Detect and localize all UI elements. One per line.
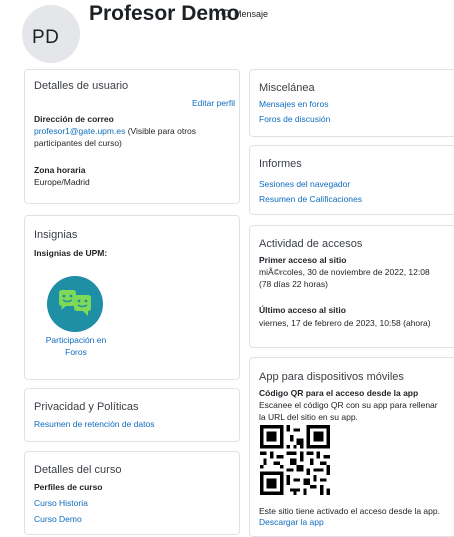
- first-access-label: Primer acceso al sitio: [259, 255, 347, 265]
- misc-card: Miscelánea Mensajes en foros Foros de di…: [249, 69, 454, 137]
- browser-sessions-link[interactable]: Sesiones del navegador: [259, 179, 350, 189]
- qr-code-image: [260, 425, 330, 495]
- message-button[interactable]: Mensaje: [221, 9, 268, 19]
- badge-image[interactable]: [47, 276, 103, 332]
- timezone-label: Zona horaria: [34, 165, 86, 175]
- email-link[interactable]: profesor1@gate.upm.es: [34, 126, 125, 136]
- badge-label-line2: Foros: [65, 347, 87, 357]
- badge-link[interactable]: Participación en Foros: [38, 334, 114, 358]
- last-access-value: viernes, 17 de febrero de 2023, 10:58 (a…: [259, 318, 431, 328]
- qr-code-label: Código QR para el acceso desde la app: [259, 388, 419, 398]
- forum-posts-link[interactable]: Mensajes en foros: [259, 99, 328, 109]
- badge-faces-icon: [59, 290, 91, 316]
- course-details-card: Detalles del curso Perfiles de curso Cur…: [24, 451, 240, 535]
- badges-card: Insignias Insignias de UPM: Participació…: [24, 215, 240, 380]
- user-details-card: Detalles de usuario Editar perfil Direcc…: [24, 69, 240, 204]
- course-profiles-label: Perfiles de curso: [34, 482, 103, 492]
- misc-title: Miscelánea: [259, 82, 315, 94]
- forum-discussions-link[interactable]: Foros de discusión: [259, 114, 330, 124]
- timezone-value: Europe/Madrid: [34, 177, 90, 187]
- qr-instructions-line1: Escanee el código QR con su app para rel…: [259, 400, 438, 410]
- data-retention-link[interactable]: Resumen de retención de datos: [34, 419, 155, 429]
- privacy-title: Privacidad y Políticas: [34, 401, 139, 413]
- course-link-historia[interactable]: Curso Historia: [34, 498, 88, 508]
- badges-subtitle: Insignias de UPM:: [34, 248, 108, 258]
- reports-card: Informes Sesiones del navegador Resumen …: [249, 145, 454, 215]
- mobile-app-card: App para dispositivos móviles Código QR …: [249, 357, 454, 537]
- badge-label-line1: Participación en: [45, 335, 107, 345]
- email-block: profesor1@gate.upm.es (Visible para otro…: [34, 125, 239, 149]
- user-details-title: Detalles de usuario: [34, 80, 129, 92]
- first-access-date: miÃ©rcoles, 30 de noviembre de 2022, 12:…: [259, 267, 430, 277]
- profile-name: Profesor Demo: [89, 2, 240, 25]
- email-note: (Visible para otros: [125, 126, 197, 136]
- message-label: Mensaje: [234, 9, 269, 19]
- email-note-2: participantes del curso): [34, 138, 122, 148]
- course-link-demo[interactable]: Curso Demo: [34, 514, 82, 524]
- edit-profile-link[interactable]: Editar perfil: [192, 98, 235, 108]
- download-app-link[interactable]: Descargar la app: [259, 517, 324, 527]
- qr-instructions: Escanee el código QR con su app para rel…: [259, 399, 454, 423]
- privacy-card: Privacidad y Políticas Resumen de retenc…: [24, 388, 240, 442]
- access-activity-card: Actividad de accesos Primer acceso al si…: [249, 225, 454, 348]
- reports-title: Informes: [259, 158, 302, 170]
- chat-bubble-icon: [221, 9, 231, 19]
- badges-title: Insignias: [34, 229, 78, 241]
- access-activity-title: Actividad de accesos: [259, 238, 363, 250]
- first-access-value: miÃ©rcoles, 30 de noviembre de 2022, 12:…: [259, 266, 454, 290]
- app-enabled-text: Este sitio tiene activado el acceso desd…: [259, 506, 440, 516]
- email-label: Dirección de correo: [34, 114, 114, 124]
- first-access-elapsed: (78 días 22 horas): [259, 279, 328, 289]
- qr-instructions-line2: la URL del sitio en su app.: [259, 412, 358, 422]
- mobile-app-title: App para dispositivos móviles: [259, 371, 404, 383]
- course-details-title: Detalles del curso: [34, 464, 122, 476]
- grades-overview-link[interactable]: Resumen de Calificaciones: [259, 194, 362, 204]
- avatar-initials: PD: [32, 27, 60, 48]
- last-access-label: Último acceso al sitio: [259, 305, 346, 315]
